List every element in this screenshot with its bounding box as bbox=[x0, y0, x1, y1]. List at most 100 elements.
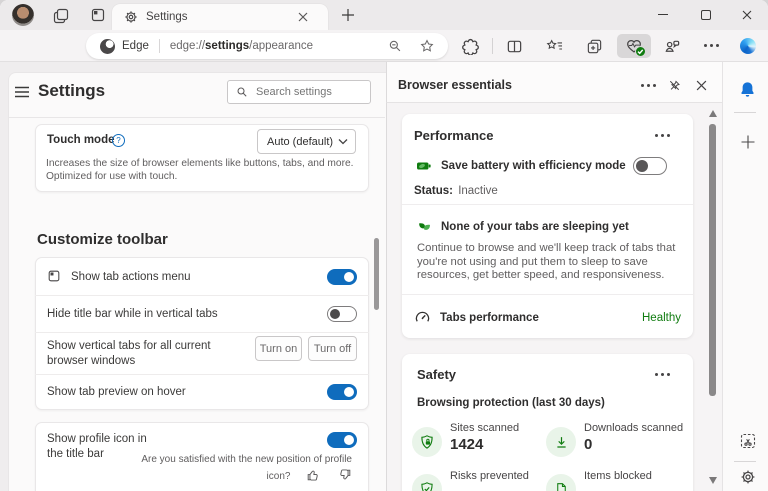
tab-actions-icon[interactable] bbox=[90, 7, 106, 23]
settings-and-more-icon[interactable] bbox=[704, 44, 719, 47]
settings-scrollbar[interactable] bbox=[374, 238, 379, 310]
thumb-up-icon[interactable] bbox=[306, 468, 320, 482]
divider bbox=[35, 332, 369, 333]
collections-icon[interactable] bbox=[586, 38, 603, 55]
url-scheme: edge:// bbox=[169, 40, 206, 52]
divider bbox=[402, 294, 693, 295]
edge-logo-icon bbox=[100, 38, 115, 54]
essentials-check-badge bbox=[635, 46, 646, 57]
window-minimize-button[interactable] bbox=[658, 14, 668, 16]
sleeping-tabs-leaf-icon bbox=[417, 219, 432, 234]
workspaces-icon[interactable] bbox=[52, 7, 70, 25]
safety-subtitle: Browsing protection (last 30 days) bbox=[417, 397, 605, 409]
performance-more-icon[interactable] bbox=[655, 134, 670, 137]
notification-bell-icon[interactable] bbox=[739, 81, 756, 99]
title-bar: Settings bbox=[0, 0, 768, 30]
favorite-star-icon[interactable] bbox=[420, 39, 434, 53]
row-label-tab-actions: Show tab actions menu bbox=[71, 271, 191, 283]
panel-close-icon[interactable] bbox=[696, 80, 707, 91]
scroll-up-arrow[interactable] bbox=[709, 110, 717, 117]
tabs-performance-value: Healthy bbox=[642, 312, 681, 324]
battery-saver-label: Save battery with efficiency mode bbox=[441, 160, 626, 172]
search-settings-box[interactable] bbox=[227, 80, 371, 104]
browser-tab-settings[interactable]: Settings bbox=[112, 4, 328, 30]
new-tab-button[interactable] bbox=[340, 7, 356, 23]
rail-settings-gear-icon[interactable] bbox=[740, 469, 756, 485]
window-close-button[interactable] bbox=[742, 10, 752, 20]
toggle-hide-title-bar[interactable] bbox=[327, 306, 357, 322]
split-screen-icon[interactable] bbox=[506, 38, 523, 55]
unpin-icon[interactable] bbox=[668, 79, 681, 92]
sites-scanned-label: Sites scanned bbox=[450, 422, 520, 434]
copilot-icon[interactable] bbox=[740, 38, 756, 54]
address-brand: Edge bbox=[122, 40, 149, 52]
hamburger-menu-icon[interactable] bbox=[15, 86, 29, 98]
toggle-profile-icon[interactable] bbox=[327, 432, 357, 448]
downloads-scanned-icon bbox=[546, 427, 576, 457]
search-input[interactable] bbox=[254, 85, 358, 99]
section-title: Customize toolbar bbox=[37, 231, 168, 248]
row-label-hide-title-bar: Hide title bar while in vertical tabs bbox=[47, 308, 218, 320]
chevron-down-icon bbox=[338, 138, 348, 145]
divider bbox=[402, 204, 693, 205]
sleeping-tabs-description: Continue to browse and we'll keep track … bbox=[417, 242, 676, 281]
rail-add-icon[interactable] bbox=[740, 134, 756, 150]
window-maximize-button[interactable] bbox=[701, 10, 711, 20]
items-blocked-label: Items blocked bbox=[584, 470, 652, 482]
browser-window: Settings Edge edge:// settings /appearan… bbox=[0, 0, 768, 491]
tabs-performance-label: Tabs performance bbox=[440, 312, 539, 324]
toggle-tab-preview[interactable] bbox=[327, 384, 357, 400]
zoom-out-icon[interactable] bbox=[388, 39, 402, 53]
downloads-scanned-value: 0 bbox=[584, 436, 593, 453]
sidebar-rail bbox=[722, 62, 768, 491]
help-icon[interactable]: ? bbox=[112, 134, 125, 147]
tab-close-icon[interactable] bbox=[298, 12, 308, 22]
favorites-list-icon[interactable] bbox=[546, 38, 564, 55]
safety-more-icon[interactable] bbox=[655, 373, 670, 376]
search-icon bbox=[236, 86, 248, 98]
sleeping-tabs-title: None of your tabs are sleeping yet bbox=[441, 221, 629, 233]
tab-title: Settings bbox=[146, 11, 188, 23]
address-divider bbox=[158, 39, 160, 53]
status-value: Inactive bbox=[458, 185, 498, 197]
divider bbox=[35, 374, 369, 375]
survey-question: Are you satisfied with the new position … bbox=[141, 454, 352, 482]
feedback-icon[interactable] bbox=[664, 38, 681, 55]
divider bbox=[35, 295, 369, 296]
tabs-performance-gauge-icon bbox=[414, 309, 431, 326]
status-label: Status: bbox=[414, 185, 453, 197]
extensions-icon[interactable] bbox=[462, 38, 479, 55]
touch-mode-description: Increases the size of browser elements l… bbox=[46, 158, 354, 182]
tab-actions-menu-icon bbox=[47, 269, 61, 283]
sites-scanned-shield-icon bbox=[412, 427, 442, 457]
toggle-show-tab-actions[interactable] bbox=[327, 269, 357, 285]
touch-mode-label: Touch mode bbox=[47, 134, 115, 146]
rail-divider bbox=[734, 112, 756, 113]
turn-off-button[interactable]: Turn off bbox=[308, 336, 357, 361]
touch-mode-dropdown[interactable]: Auto (default) bbox=[257, 129, 356, 154]
row-label-vertical-tabs: Show vertical tabs for all current brows… bbox=[47, 340, 211, 367]
divider bbox=[9, 117, 385, 118]
panel-more-icon[interactable] bbox=[641, 84, 656, 87]
panel-title: Browser essentials bbox=[398, 78, 512, 92]
profile-avatar[interactable] bbox=[12, 4, 34, 26]
rail-divider bbox=[734, 461, 756, 462]
toggle-efficiency-mode[interactable] bbox=[633, 157, 667, 175]
risks-prevented-label: Risks prevented bbox=[450, 470, 529, 482]
performance-title: Performance bbox=[414, 128, 494, 143]
status-line: Status: Inactive bbox=[414, 185, 498, 197]
turn-on-button[interactable]: Turn on bbox=[255, 336, 302, 361]
url-path: /appearance bbox=[249, 40, 314, 52]
scroll-down-arrow[interactable] bbox=[709, 477, 717, 484]
efficiency-battery-icon bbox=[416, 158, 433, 174]
address-bar[interactable]: Edge edge:// settings /appearance bbox=[86, 33, 448, 59]
page-title: Settings bbox=[38, 81, 106, 100]
thumb-down-icon[interactable] bbox=[338, 468, 352, 482]
sites-scanned-value: 1424 bbox=[450, 436, 484, 453]
screenshot-icon[interactable] bbox=[739, 432, 757, 450]
browser-essentials-button[interactable] bbox=[617, 34, 651, 58]
survey-text-block: Are you satisfied with the new position … bbox=[134, 452, 352, 484]
safety-title: Safety bbox=[417, 367, 457, 382]
essentials-scrollbar[interactable] bbox=[709, 124, 716, 396]
toolbar-divider bbox=[492, 38, 493, 54]
